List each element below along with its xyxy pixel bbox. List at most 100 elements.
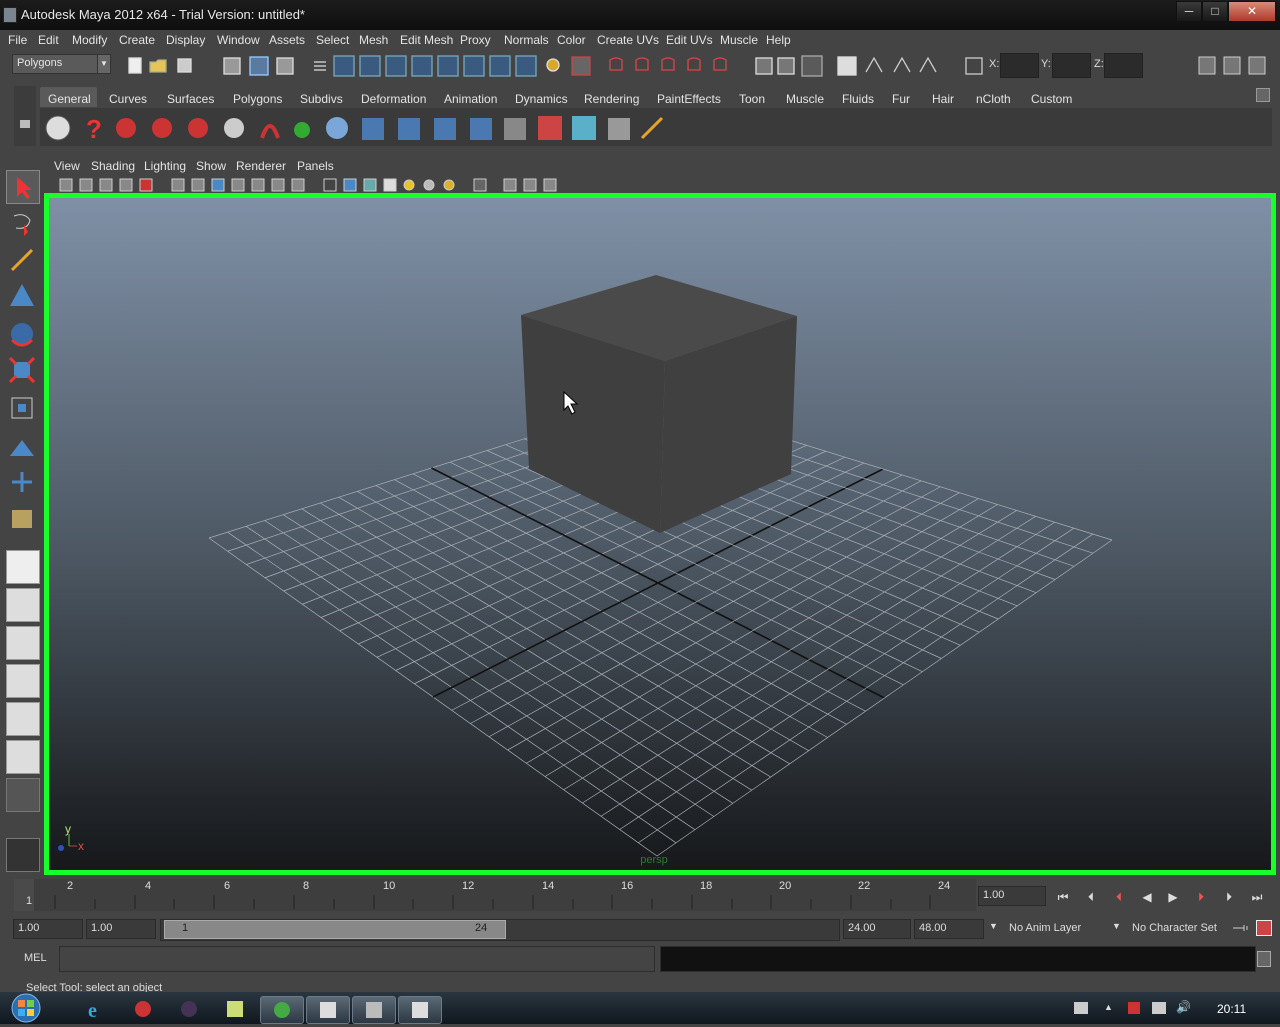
snap-view-plane-icon[interactable] [687,57,701,71]
render-settings-icon[interactable] [893,56,911,73]
start-button[interactable] [6,992,46,1024]
action-center-icon[interactable] [1128,1002,1140,1014]
snap-point-icon[interactable] [661,57,675,71]
shelf-tab-fur[interactable]: Fur [892,92,910,106]
xray-icon[interactable] [473,178,487,192]
app-taskbar-icon-2[interactable] [398,996,442,1024]
panel-menu-show[interactable]: Show [196,159,226,173]
shelf-menu-handle[interactable] [14,86,36,146]
x-field[interactable] [1000,53,1039,78]
maya-taskbar-icon[interactable] [306,996,350,1024]
maximize-button[interactable]: □ [1202,1,1228,22]
all-lights-icon[interactable] [423,179,435,191]
keyboard-tray-icon[interactable] [1074,1002,1088,1014]
input-output-icon[interactable] [755,57,773,75]
select-by-hierarchy-icon[interactable] [223,57,241,75]
mask-icon[interactable] [314,61,326,71]
menu-color[interactable]: Color [557,33,586,47]
script-icon-2[interactable] [152,118,172,138]
select-dynamics-icon[interactable] [463,55,485,77]
select-deformations-icon[interactable] [437,55,459,77]
select-curves-icon[interactable] [385,55,407,77]
make-live-icon[interactable] [713,57,727,71]
shelf-tab-painteffects[interactable]: PaintEffects [657,92,721,106]
isolate-select-icon[interactable] [503,178,517,192]
hud-icon[interactable] [523,178,537,192]
shelf-tab-general[interactable]: General [48,92,91,106]
resolution-gate-icon[interactable] [211,178,225,192]
menu-mesh[interactable]: Mesh [359,33,388,47]
select-joints-icon[interactable] [359,55,381,77]
render-current-frame-icon[interactable] [801,55,823,77]
cube-light-icon[interactable] [572,116,596,140]
joint-icon-3[interactable] [434,118,456,140]
panel-menu-view[interactable]: View [54,159,80,173]
volume-icon[interactable]: 🔊 [1176,1000,1191,1014]
go-to-start-icon[interactable]: ⏮ [1054,888,1072,906]
character-set-label[interactable]: No Character Set [1132,922,1217,934]
select-rendering-icon[interactable] [489,55,511,77]
save-scene-icon[interactable] [177,58,192,73]
menu-display[interactable]: Display [166,33,205,47]
hypershade-icon[interactable] [919,56,937,73]
last-tool-used-icon[interactable] [6,502,38,534]
lock-selection-icon[interactable] [546,58,560,72]
gate-mask-icon[interactable] [231,178,245,192]
shelf-tab-subdivs[interactable]: Subdivs [300,92,343,106]
field-chart-icon[interactable] [251,178,265,192]
outliner-persp-graph-layout-icon[interactable] [6,740,40,774]
menu-window[interactable]: Window [217,33,260,47]
playback-end-field[interactable]: 24.00 [843,919,911,939]
bookmarks-icon[interactable] [99,178,113,192]
persp-hypershade-layout-icon[interactable] [6,702,40,736]
script-icon-3[interactable] [188,118,208,138]
dynamics-icon[interactable] [538,116,562,140]
lasso-tool-icon[interactable] [6,208,38,240]
animation-preferences-icon[interactable] [1256,920,1272,936]
internet-explorer-icon[interactable]: e [76,996,118,1022]
outliner-icon[interactable] [504,118,526,140]
maya-app-icon[interactable] [3,7,17,23]
default-light-icon[interactable] [403,179,415,191]
step-forward-key-icon[interactable]: ⏵ [1192,888,1210,906]
step-forward-frame-icon[interactable]: ⏵ [1220,888,1238,906]
select-by-component-icon[interactable] [276,57,294,75]
construction-history-icon[interactable] [777,57,795,75]
network-icon[interactable] [1152,1002,1166,1014]
joint-icon-4[interactable] [470,118,492,140]
menu-create-uvs[interactable]: Create UVs [597,33,659,47]
grid-box-icon[interactable] [608,118,630,140]
shelf-tab-hair[interactable]: Hair [932,92,954,106]
textured-icon[interactable] [383,178,397,192]
move-tool-icon[interactable] [6,280,38,312]
panel-menu-lighting[interactable]: Lighting [144,159,186,173]
transform-mode-icon[interactable] [965,57,983,75]
script-editor-icon[interactable] [1257,951,1271,967]
menu-assets[interactable]: Assets [269,33,305,47]
attribute-editor-toggle-icon[interactable] [1198,56,1216,75]
2d-pan-zoom-icon[interactable] [139,178,153,192]
minimize-button[interactable]: ─ [1176,1,1202,22]
media-player-icon[interactable] [122,996,164,1022]
go-to-end-icon[interactable]: ⏭ [1248,888,1266,906]
command-input[interactable] [59,946,655,972]
node-editor-icon[interactable] [543,178,557,192]
green-arrow-icon[interactable] [294,122,310,138]
shelf-tab-custom[interactable]: Custom [1031,92,1072,106]
highlight-selection-icon[interactable] [571,56,591,76]
close-button[interactable]: ✕ [1228,1,1276,22]
grid-icon[interactable] [171,178,185,192]
smooth-shade-icon[interactable] [343,178,357,192]
select-surfaces-icon[interactable] [411,55,433,77]
shelf-tab-toon[interactable]: Toon [739,92,765,106]
safe-title-icon[interactable] [291,178,305,192]
sphere-icon[interactable] [326,117,348,139]
menu-muscle[interactable]: Muscle [720,33,758,47]
menu-file[interactable]: File [8,33,27,47]
joint-icon-1[interactable] [362,118,384,140]
joint-icon-2[interactable] [398,118,420,140]
help-question-icon[interactable]: ? [86,114,102,144]
render-view-icon[interactable] [837,56,857,76]
shelf-tab-animation[interactable]: Animation [444,92,497,106]
shelf-tab-dynamics[interactable]: Dynamics [515,92,568,106]
